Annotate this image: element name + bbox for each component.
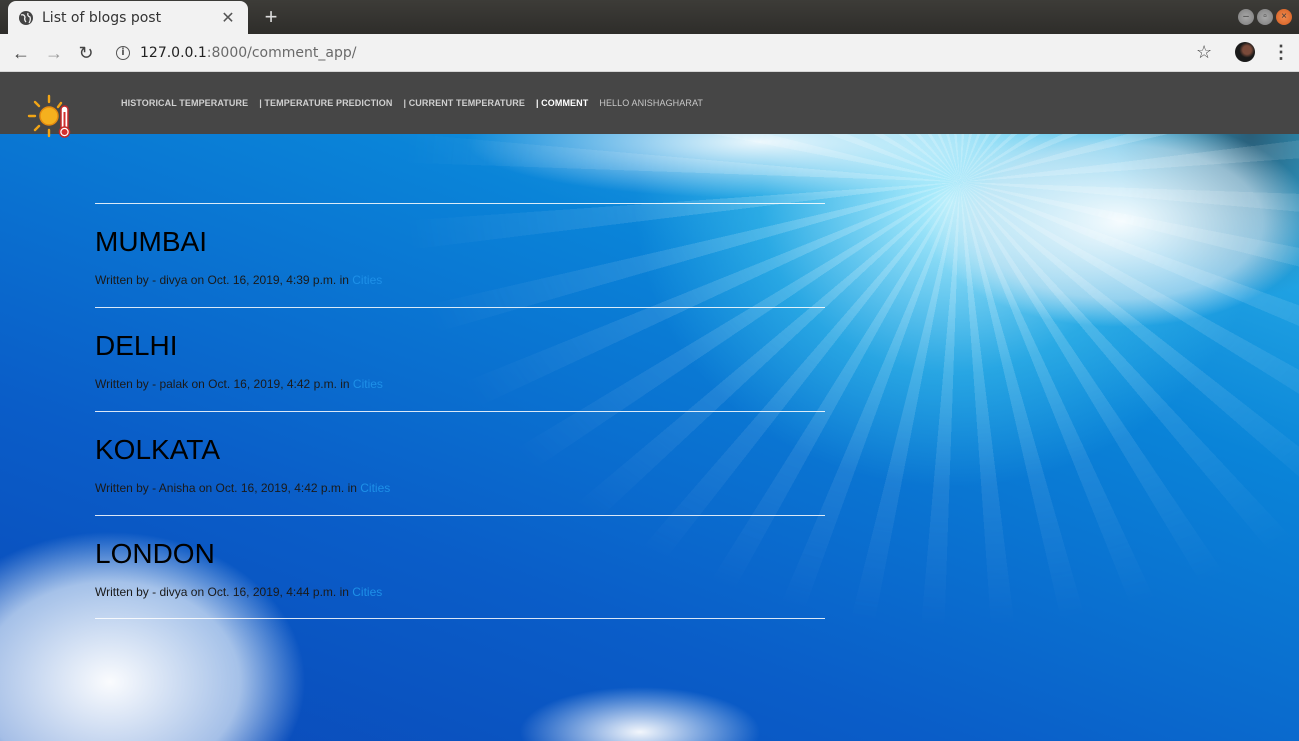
browser-toolbar: ← → ↻ i 127.0.0.1:8000/comment_app/ ☆ ⋮: [0, 34, 1299, 72]
post-meta: Written by - divya on Oct. 16, 2019, 4:4…: [95, 585, 825, 599]
url-path: :8000/comment_app/: [206, 45, 357, 61]
reload-icon[interactable]: ↻: [74, 42, 98, 64]
post-category-link[interactable]: Cities: [352, 273, 382, 287]
post-meta-text: Written by - Anisha on Oct. 16, 2019, 4:…: [95, 481, 357, 495]
browser-tab[interactable]: List of blogs post ✕: [8, 1, 248, 34]
post-meta-text: Written by - divya on Oct. 16, 2019, 4:3…: [95, 273, 349, 287]
site-navbar: HISTORICAL TEMPERATURE | TEMPERATURE PRE…: [0, 72, 1299, 138]
browser-tab-strip: List of blogs post ✕ + – ▫ ×: [0, 0, 1299, 34]
list-item: MUMBAI Written by - divya on Oct. 16, 20…: [95, 203, 825, 307]
post-category-link[interactable]: Cities: [353, 377, 383, 391]
info-icon[interactable]: i: [116, 46, 130, 60]
nav-historical-temperature[interactable]: HISTORICAL TEMPERATURE: [121, 98, 248, 108]
back-arrow-icon[interactable]: ←: [9, 42, 33, 64]
close-icon: ×: [1281, 11, 1287, 22]
post-meta-text: Written by - palak on Oct. 16, 2019, 4:4…: [95, 377, 350, 391]
new-tab-button[interactable]: +: [260, 4, 282, 30]
window-maximize-button[interactable]: ▫: [1257, 9, 1273, 25]
globe-icon: [19, 10, 33, 25]
menu-kebab-icon[interactable]: ⋮: [1272, 42, 1290, 63]
nav-comment[interactable]: | COMMENT: [536, 98, 588, 108]
post-title[interactable]: MUMBAI: [95, 228, 825, 256]
post-meta: Written by - Anisha on Oct. 16, 2019, 4:…: [95, 481, 825, 495]
post-meta: Written by - divya on Oct. 16, 2019, 4:3…: [95, 273, 825, 287]
window-minimize-button[interactable]: –: [1238, 9, 1254, 25]
page-content: HISTORICAL TEMPERATURE | TEMPERATURE PRE…: [0, 72, 1299, 741]
post-category-link[interactable]: Cities: [360, 481, 390, 495]
profile-avatar[interactable]: [1235, 42, 1255, 62]
forward-arrow-icon[interactable]: →: [42, 42, 66, 64]
minimize-icon: –: [1243, 11, 1249, 22]
tab-title: List of blogs post: [42, 9, 162, 26]
post-category-link[interactable]: Cities: [352, 585, 382, 599]
list-item: DELHI Written by - palak on Oct. 16, 201…: [95, 307, 825, 411]
bookmark-star-icon[interactable]: ☆: [1196, 42, 1212, 63]
url-host: 127.0.0.1: [140, 45, 207, 61]
post-title[interactable]: KOLKATA: [95, 436, 825, 464]
list-item: KOLKATA Written by - Anisha on Oct. 16, …: [95, 411, 825, 515]
maximize-icon: ▫: [1263, 11, 1267, 22]
post-title[interactable]: LONDON: [95, 540, 825, 568]
list-item: LONDON Written by - divya on Oct. 16, 20…: [95, 515, 825, 619]
user-greeting: HELLO ANISHAGHARAT: [599, 98, 704, 108]
sun-thermometer-logo-icon[interactable]: [26, 94, 76, 140]
post-title[interactable]: DELHI: [95, 332, 825, 360]
nav-temperature-prediction[interactable]: | TEMPERATURE PREDICTION: [259, 98, 392, 108]
post-list: MUMBAI Written by - divya on Oct. 16, 20…: [95, 203, 825, 619]
post-meta: Written by - palak on Oct. 16, 2019, 4:4…: [95, 377, 825, 391]
main-menu: HISTORICAL TEMPERATURE | TEMPERATURE PRE…: [121, 98, 714, 108]
address-bar[interactable]: i 127.0.0.1:8000/comment_app/: [116, 38, 1226, 68]
nav-current-temperature[interactable]: | CURRENT TEMPERATURE: [403, 98, 524, 108]
tab-close-icon[interactable]: ✕: [218, 8, 238, 28]
window-close-button[interactable]: ×: [1276, 9, 1292, 25]
post-meta-text: Written by - divya on Oct. 16, 2019, 4:4…: [95, 585, 349, 599]
